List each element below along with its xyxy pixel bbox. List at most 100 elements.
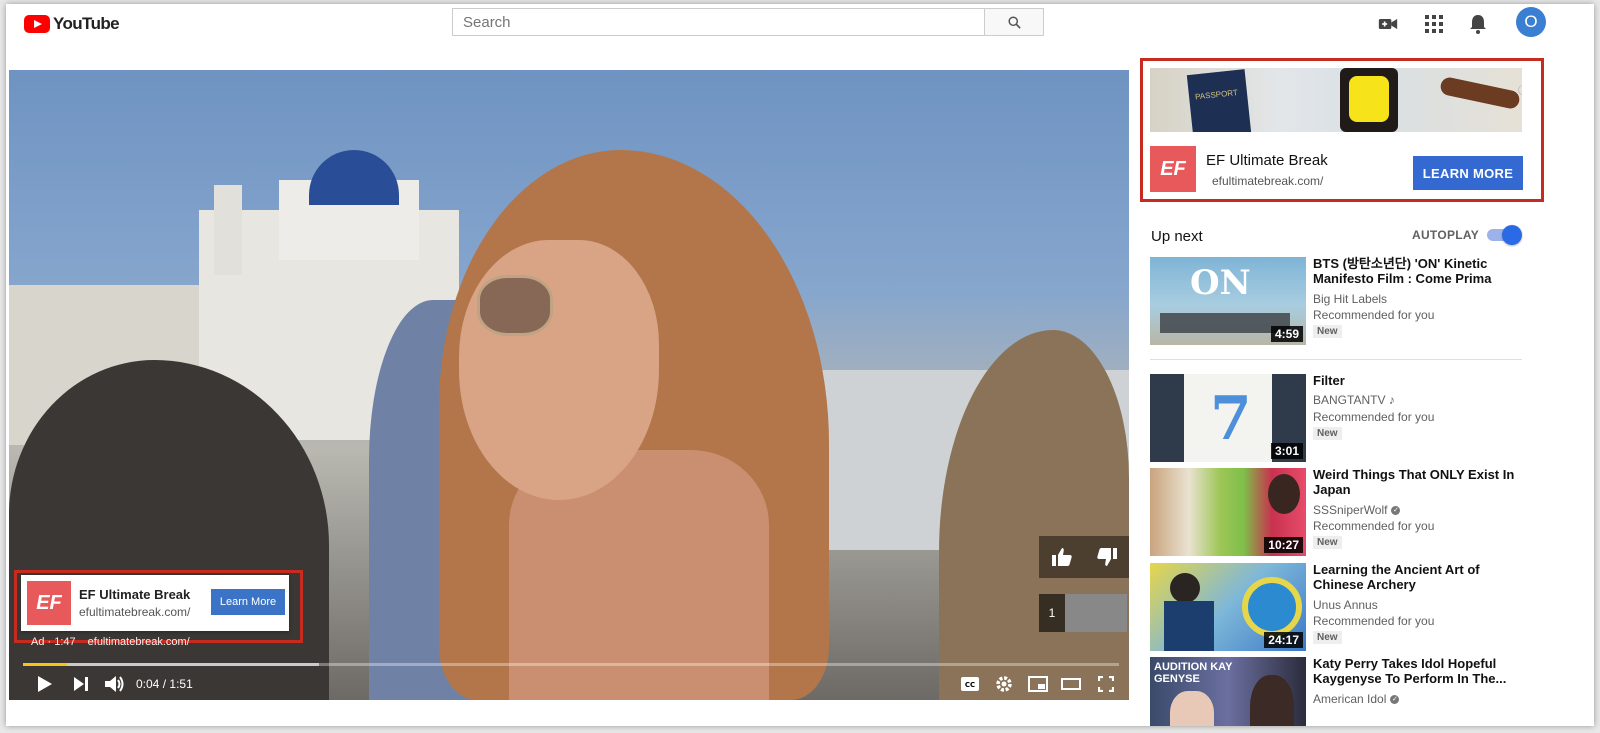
player-controls: 0:04 / 1:51 CC bbox=[9, 668, 1129, 700]
volume-icon bbox=[105, 676, 124, 692]
new-badge: New bbox=[1313, 631, 1342, 644]
time-total: 1:51 bbox=[169, 677, 193, 691]
thumb-archery-target bbox=[1242, 577, 1302, 637]
video-title[interactable]: Filter bbox=[1313, 373, 1533, 388]
search-button[interactable] bbox=[984, 8, 1044, 36]
next-button[interactable] bbox=[71, 672, 91, 696]
settings-button[interactable] bbox=[993, 672, 1015, 696]
skip-next-icon bbox=[74, 677, 88, 691]
video-meta: Recommended for you bbox=[1313, 308, 1435, 322]
progress-played bbox=[23, 663, 67, 666]
verified-check-icon: ✓ bbox=[1390, 695, 1400, 705]
masthead: YouTube O bbox=[6, 4, 1594, 50]
thumb-text: ON bbox=[1190, 263, 1251, 303]
time-separator: / bbox=[162, 677, 167, 691]
video-thumbnail[interactable]: ON 4:59 bbox=[1150, 257, 1306, 345]
video-duration: 3:01 bbox=[1270, 443, 1303, 459]
ad-url[interactable]: efultimatebreak.com/ bbox=[79, 605, 190, 619]
new-badge: New bbox=[1313, 427, 1342, 440]
video-thumbnail[interactable]: 10:27 bbox=[1150, 468, 1306, 556]
thumb-person bbox=[1250, 675, 1294, 726]
video-title[interactable]: BTS (방탄소년단) 'ON' Kinetic Manifesto Film … bbox=[1313, 256, 1533, 286]
learn-more-button[interactable]: Learn More bbox=[211, 589, 285, 615]
list-item[interactable]: AUDITION KAY GENYSE Katy Perry Takes Ido… bbox=[1150, 656, 1550, 726]
thumb-person bbox=[1268, 474, 1300, 514]
captions-button[interactable]: CC bbox=[959, 672, 981, 696]
channel-name[interactable]: Unus Annus bbox=[1313, 598, 1378, 612]
miniplayer-button[interactable] bbox=[1027, 672, 1049, 696]
channel-name-text: SSSniperWolf bbox=[1313, 503, 1388, 517]
thumb-person bbox=[1170, 691, 1214, 726]
scene-tower bbox=[214, 185, 242, 275]
video-thumbnail[interactable]: 24:17 bbox=[1150, 563, 1306, 651]
video-title[interactable]: Learning the Ancient Art of Chinese Arch… bbox=[1313, 562, 1533, 592]
video-meta: Recommended for you bbox=[1313, 614, 1435, 628]
theater-mode-button[interactable] bbox=[1059, 672, 1083, 696]
thumbs-down-icon[interactable] bbox=[1096, 548, 1117, 566]
ad-title[interactable]: EF Ultimate Break bbox=[79, 587, 190, 602]
search-input[interactable] bbox=[452, 8, 984, 36]
progress-buffered bbox=[23, 663, 319, 666]
queue-thumbnail bbox=[1065, 594, 1127, 632]
list-item[interactable]: 7 3:01 Filter BANGTANTV ♪ Recommended fo… bbox=[1150, 373, 1550, 462]
time-current: 0:04 bbox=[136, 677, 160, 691]
ad-info-bar: Ad · 1:47 efultimatebreak.com/ bbox=[31, 636, 190, 648]
notifications-bell-icon[interactable] bbox=[1468, 14, 1488, 34]
play-icon bbox=[38, 676, 52, 692]
video-thumbnail[interactable]: 7 3:01 bbox=[1150, 374, 1306, 462]
new-badge: New bbox=[1313, 325, 1342, 338]
thumb-text: 7 bbox=[1210, 384, 1252, 454]
video-duration: 24:17 bbox=[1264, 632, 1303, 648]
list-item[interactable]: 24:17 Learning the Ancient Art of Chines… bbox=[1150, 562, 1550, 651]
theater-mode-icon bbox=[1061, 678, 1081, 690]
fullscreen-icon bbox=[1098, 676, 1114, 692]
verified-check-icon: ✓ bbox=[1391, 506, 1401, 516]
video-meta: Recommended for you bbox=[1313, 519, 1435, 533]
up-next-heading: Up next bbox=[1151, 228, 1203, 245]
video-thumbnail[interactable]: AUDITION KAY GENYSE bbox=[1150, 657, 1306, 726]
play-button[interactable] bbox=[35, 672, 55, 696]
channel-name[interactable]: Big Hit Labels bbox=[1313, 292, 1387, 306]
ad-queue-preview[interactable]: 1 bbox=[1039, 594, 1129, 632]
sidebar: PASSPORT ⓘ EF EF Ultimate Break efultima… bbox=[1140, 56, 1590, 726]
time-display: 0:04 / 1:51 bbox=[136, 677, 193, 691]
scene-blue-dome bbox=[309, 150, 399, 205]
video-ad-overlay[interactable]: EF EF Ultimate Break efultimatebreak.com… bbox=[21, 575, 289, 631]
apps-grid-icon[interactable] bbox=[1424, 14, 1444, 34]
miniplayer-icon bbox=[1028, 676, 1048, 692]
autoplay-label: AUTOPLAY bbox=[1412, 228, 1480, 242]
video-title[interactable]: Katy Perry Takes Idol Hopeful Kaygenyse … bbox=[1313, 656, 1533, 686]
youtube-play-icon bbox=[24, 15, 50, 33]
ad-label: Ad · 1:47 bbox=[31, 636, 76, 648]
channel-name[interactable]: American Idol ✓ bbox=[1313, 692, 1400, 706]
account-avatar[interactable]: O bbox=[1516, 7, 1546, 37]
mute-button[interactable] bbox=[103, 672, 127, 696]
create-video-icon[interactable] bbox=[1378, 14, 1398, 34]
thumbs-up-icon[interactable] bbox=[1051, 548, 1072, 566]
gear-icon bbox=[996, 676, 1012, 692]
browser-frame: YouTube O bbox=[6, 4, 1594, 726]
list-item[interactable]: ON 4:59 BTS (방탄소년단) 'ON' Kinetic Manifes… bbox=[1150, 256, 1550, 345]
video-duration: 10:27 bbox=[1264, 537, 1303, 553]
video-title[interactable]: Weird Things That ONLY Exist In Japan bbox=[1313, 467, 1533, 497]
closed-captions-icon: CC bbox=[961, 677, 979, 691]
video-player[interactable]: 1 EF EF Ultimate Break efultimatebreak.c… bbox=[9, 70, 1129, 700]
search-icon bbox=[1007, 15, 1021, 29]
scene-sunglasses bbox=[477, 275, 553, 336]
video-meta: Recommended for you bbox=[1313, 410, 1435, 424]
autoplay-toggle[interactable] bbox=[1502, 225, 1522, 245]
ad-link[interactable]: efultimatebreak.com/ bbox=[88, 636, 190, 648]
ad-feedback-box bbox=[1039, 536, 1129, 578]
svg-text:CC: CC bbox=[965, 681, 975, 689]
list-item[interactable]: 10:27 Weird Things That ONLY Exist In Ja… bbox=[1150, 467, 1550, 556]
youtube-logo[interactable]: YouTube bbox=[24, 14, 120, 34]
ef-logo: EF bbox=[27, 581, 71, 625]
channel-name[interactable]: SSSniperWolf ✓ bbox=[1313, 503, 1401, 517]
annotation-highlight bbox=[1140, 58, 1544, 202]
divider bbox=[1150, 359, 1522, 360]
channel-name[interactable]: BANGTANTV ♪ bbox=[1313, 393, 1395, 407]
thumb-person-body bbox=[1164, 601, 1214, 651]
logo-text: YouTube bbox=[53, 14, 120, 33]
progress-bar[interactable] bbox=[23, 663, 1119, 666]
fullscreen-button[interactable] bbox=[1095, 672, 1117, 696]
